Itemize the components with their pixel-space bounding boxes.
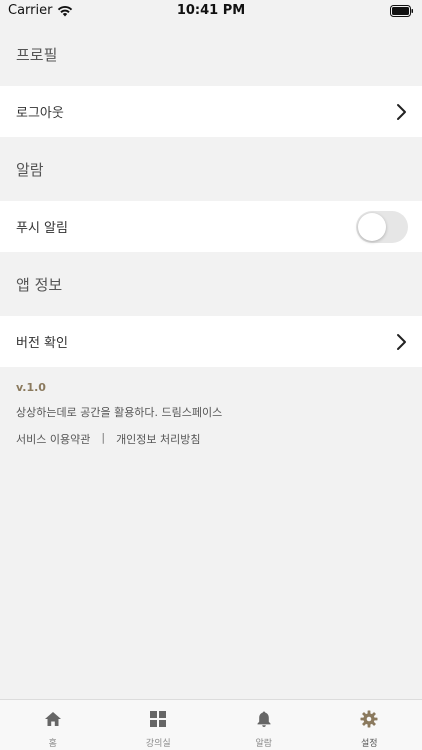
tab-bar: 홈 강의실 알람 설정 (0, 699, 422, 750)
profile-section-header: 프로필 (16, 45, 58, 64)
toggle-knob (358, 212, 386, 241)
version-check-label: 버전 확인 (16, 336, 68, 351)
push-notification-label: 푸시 알림 (16, 221, 68, 236)
slogan-text: 상상하는데로 공간을 활용하다. 드림스페이스 (16, 406, 223, 419)
tab-home[interactable]: 홈 (0, 700, 106, 750)
version-check-row[interactable]: 버전 확인 (0, 316, 422, 367)
gear-icon (360, 710, 378, 728)
logout-label: 로그아웃 (16, 106, 64, 121)
tab-settings-label: 설정 (360, 739, 378, 749)
link-separator: | (101, 431, 106, 444)
tab-home-label: 홈 (48, 739, 57, 749)
push-notification-toggle[interactable] (356, 210, 408, 243)
grid-icon (150, 711, 167, 727)
battery-icon (390, 5, 413, 17)
alarm-section-header: 알람 (16, 160, 44, 179)
privacy-link[interactable]: 개인정보 처리방침 (116, 431, 200, 447)
chevron-right-icon (397, 103, 406, 120)
tab-classroom-label: 강의실 (145, 739, 171, 749)
app-info-section-header: 앱 정보 (16, 275, 63, 294)
app-info-block: v.1.0 상상하는데로 공간을 활용하다. 드림스페이스 서비스 이용약관 |… (0, 367, 422, 447)
terms-link[interactable]: 서비스 이용약관 (16, 431, 90, 447)
tab-alarm[interactable]: 알람 (211, 700, 317, 750)
status-bar: Carrier 10:41 PM (0, 0, 422, 22)
logout-row[interactable]: 로그아웃 (0, 86, 422, 137)
tab-alarm-label: 알람 (255, 739, 273, 749)
bell-icon (257, 711, 271, 727)
version-text: v.1.0 (16, 381, 46, 394)
tab-settings[interactable]: 설정 (317, 700, 422, 750)
policy-links: 서비스 이용약관 | 개인정보 처리방침 (16, 431, 406, 447)
chevron-right-icon (397, 333, 406, 350)
home-icon (44, 712, 61, 726)
tab-classroom[interactable]: 강의실 (106, 700, 212, 750)
clock: 10:41 PM (176, 3, 246, 18)
push-notification-row: 푸시 알림 (0, 201, 422, 252)
